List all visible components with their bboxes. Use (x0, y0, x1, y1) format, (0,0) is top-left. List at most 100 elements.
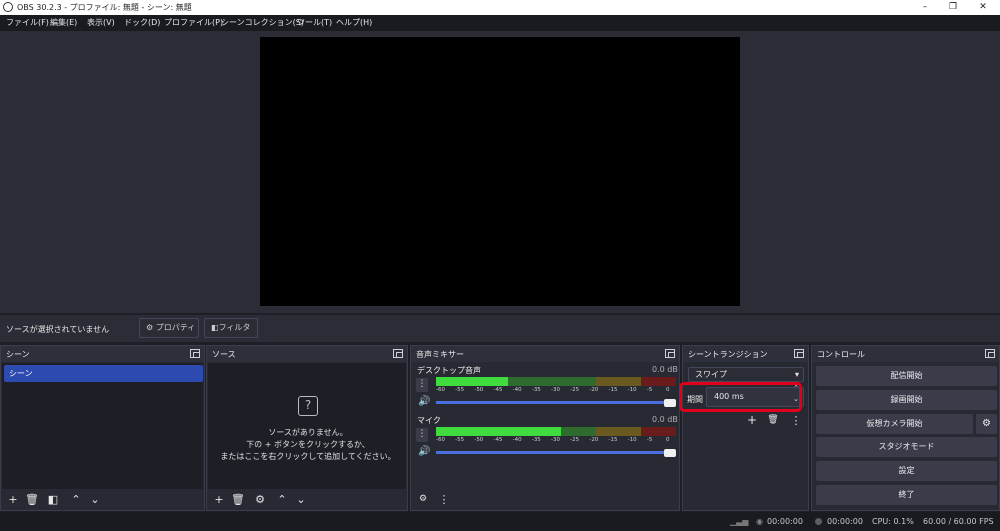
start-virtual-camera-button[interactable]: 仮想カメラ開始 (816, 414, 973, 434)
undock-icon[interactable] (393, 349, 403, 358)
remove-scene-icon[interactable]: 🗑 (24, 492, 40, 508)
meter-ticks: -60 -55 -50 -45 -40 -35 -30 -25 -20 -15 -10 -5 0 (436, 387, 676, 395)
menu-file[interactable]: ファイル(F) (6, 15, 49, 31)
filters-button[interactable]: ◧フィルタ (204, 318, 258, 338)
scenes-title: シーン (6, 350, 30, 359)
add-source-icon[interactable]: + (211, 492, 227, 508)
start-streaming-button[interactable]: 配信開始 (816, 366, 997, 386)
preview-canvas[interactable] (260, 37, 740, 306)
menu-profile[interactable]: プロファイル(P) (164, 15, 223, 31)
minimize-button[interactable]: – (910, 0, 940, 15)
menu-bar: ファイル(F) 編集(E) 表示(V) ドック(D) プロファイル(P) シーン… (0, 15, 1000, 31)
obs-logo-icon (3, 2, 13, 12)
meter-tick-label: -55 (455, 437, 465, 443)
volume-meter (436, 377, 676, 386)
scene-item[interactable]: シーン (4, 365, 203, 382)
gear-icon: ⚙ (146, 323, 154, 332)
meter-tick-label: -50 (474, 437, 484, 443)
remove-transition-icon[interactable]: 🗑 (765, 413, 781, 429)
menu-docks[interactable]: ドック(D) (124, 15, 160, 31)
move-up-icon[interactable]: ⌃ (68, 492, 84, 508)
studio-mode-button[interactable]: スタジオモード (816, 437, 997, 457)
mixer-settings-icon[interactable]: ⚙ (415, 492, 431, 508)
sources-dock: ソース ? ソースがありません。 下の + ボタンをクリックするか、 またはここ… (206, 345, 408, 511)
menu-help[interactable]: ヘルプ(H) (336, 15, 372, 31)
meter-ticks: -60 -55 -50 -45 -40 -35 -30 -25 -20 -15 -10 -5 0 (436, 437, 676, 445)
start-recording-button[interactable]: 録画開始 (816, 390, 997, 410)
source-properties-icon[interactable]: ⚙ (252, 492, 268, 508)
scenes-list[interactable]: シーン (2, 363, 203, 489)
sources-title: ソース (212, 350, 236, 359)
volume-slider-handle[interactable] (664, 399, 676, 407)
exit-button[interactable]: 終了 (816, 485, 997, 505)
volume-slider[interactable] (436, 401, 670, 404)
volume-icon[interactable]: 🔊 (418, 446, 430, 458)
chevron-down-icon: ▾ (794, 370, 799, 379)
menu-tools[interactable]: ツール(T) (297, 15, 332, 31)
scene-filter-icon[interactable]: ◧ (45, 492, 61, 508)
channel-name: デスクトップ音声 (417, 366, 481, 375)
transition-menu-icon[interactable]: ⋮ (788, 413, 804, 429)
menu-scene-collection[interactable]: シーンコレクション(S) (221, 15, 304, 31)
meter-tick-label: -55 (455, 387, 465, 393)
properties-label: プロパティ (155, 323, 196, 332)
meter-tick-label: -60 (436, 437, 445, 443)
meter-tick-label: -35 (531, 437, 541, 443)
meter-tick-label: -30 (551, 387, 560, 393)
scene-transitions-dock: シーントランジション スワイプ ▾ 期間 400 ms ⌃ ⌄ + 🗑 ⋮ (679, 345, 809, 511)
meter-tick-label: -10 (627, 437, 637, 443)
filter-icon: ◧ (211, 323, 219, 332)
maximize-button[interactable]: ❐ (938, 0, 968, 15)
close-button[interactable]: ✕ (968, 0, 998, 15)
audio-mixer-dock: 音声ミキサー デスクトップ音声 0.0 dB ⋮ -60 -55 -50 -45 -40… (410, 345, 680, 511)
transitions-title: シーントランジション (688, 350, 768, 359)
sources-list[interactable]: ? ソースがありません。 下の + ボタンをクリックするか、 またはここを右クリ… (208, 363, 406, 489)
move-down-icon[interactable]: ⌄ (293, 492, 309, 508)
no-source-label: ソースが選択されていません (6, 325, 110, 334)
add-transition-icon[interactable]: + (744, 413, 760, 429)
volume-slider[interactable] (436, 451, 670, 454)
undock-icon[interactable] (794, 349, 804, 358)
mixer-channels: デスクトップ音声 0.0 dB ⋮ -60 -55 -50 -45 -40 -35 -30-… (412, 363, 678, 489)
mixer-menu-icon[interactable]: ⋮ (436, 492, 452, 508)
remove-source-icon[interactable]: 🗑 (230, 492, 246, 508)
transition-select-value: スワイプ (695, 370, 727, 379)
fps-readout: 60.00 / 60.00 FPS (923, 517, 994, 526)
channel-menu-icon[interactable]: ⋮ (416, 378, 428, 392)
record-icon (815, 518, 822, 525)
transitions-body: スワイプ ▾ 期間 400 ms ⌃ ⌄ + 🗑 ⋮ (679, 363, 807, 489)
status-bar: ▁▃▅ ◉ 00:00:00 00:00:00 CPU: 0.1% 60.00 … (0, 512, 1000, 531)
controls-title: コントロール (817, 350, 865, 359)
meter-tick-label: -20 (589, 387, 599, 393)
title-bar: OBS 30.2.3 - プロファイル: 無題 - シーン: 無題 – ❐ ✕ (0, 0, 1000, 15)
meter-tick-label: -30 (551, 437, 560, 443)
filters-label: フィルタ (218, 323, 251, 332)
undock-icon[interactable] (665, 349, 675, 358)
volume-slider-handle[interactable] (664, 449, 676, 457)
properties-button[interactable]: ⚙ プロパティ (139, 318, 199, 338)
meter-tick-label: 0 (666, 387, 670, 393)
menu-view[interactable]: 表示(V) (87, 15, 115, 31)
meter-tick-label: -35 (531, 387, 541, 393)
menu-edit[interactable]: 編集(E) (50, 15, 77, 31)
meter-tick-label: 0 (666, 437, 670, 443)
meter-tick-label: -40 (512, 387, 522, 393)
network-signal-icon: ▁▃▅ (730, 517, 749, 526)
virtual-camera-settings-icon[interactable]: ⚙ (976, 414, 997, 434)
sources-empty-line3: またはここを右クリックして追加してください。 (220, 452, 396, 461)
move-up-icon[interactable]: ⌃ (274, 492, 290, 508)
undock-icon[interactable] (190, 349, 200, 358)
controls-dock: コントロール 配信開始 録画開始 仮想カメラ開始 ⚙ スタジオモード 設定 終了 (811, 345, 1000, 511)
meter-tick-label: -40 (512, 437, 522, 443)
move-down-icon[interactable]: ⌄ (87, 492, 103, 508)
record-time: 00:00:00 (827, 517, 863, 526)
channel-menu-icon[interactable]: ⋮ (416, 428, 428, 442)
add-scene-icon[interactable]: + (5, 492, 21, 508)
stream-time: 00:00:00 (767, 517, 803, 526)
duration-highlight-box (679, 382, 802, 412)
transition-select[interactable]: スワイプ ▾ (688, 367, 804, 382)
meter-tick-label: -5 (646, 437, 653, 443)
settings-button[interactable]: 設定 (816, 461, 997, 481)
volume-icon[interactable]: 🔊 (418, 396, 430, 408)
undock-icon[interactable] (985, 349, 995, 358)
